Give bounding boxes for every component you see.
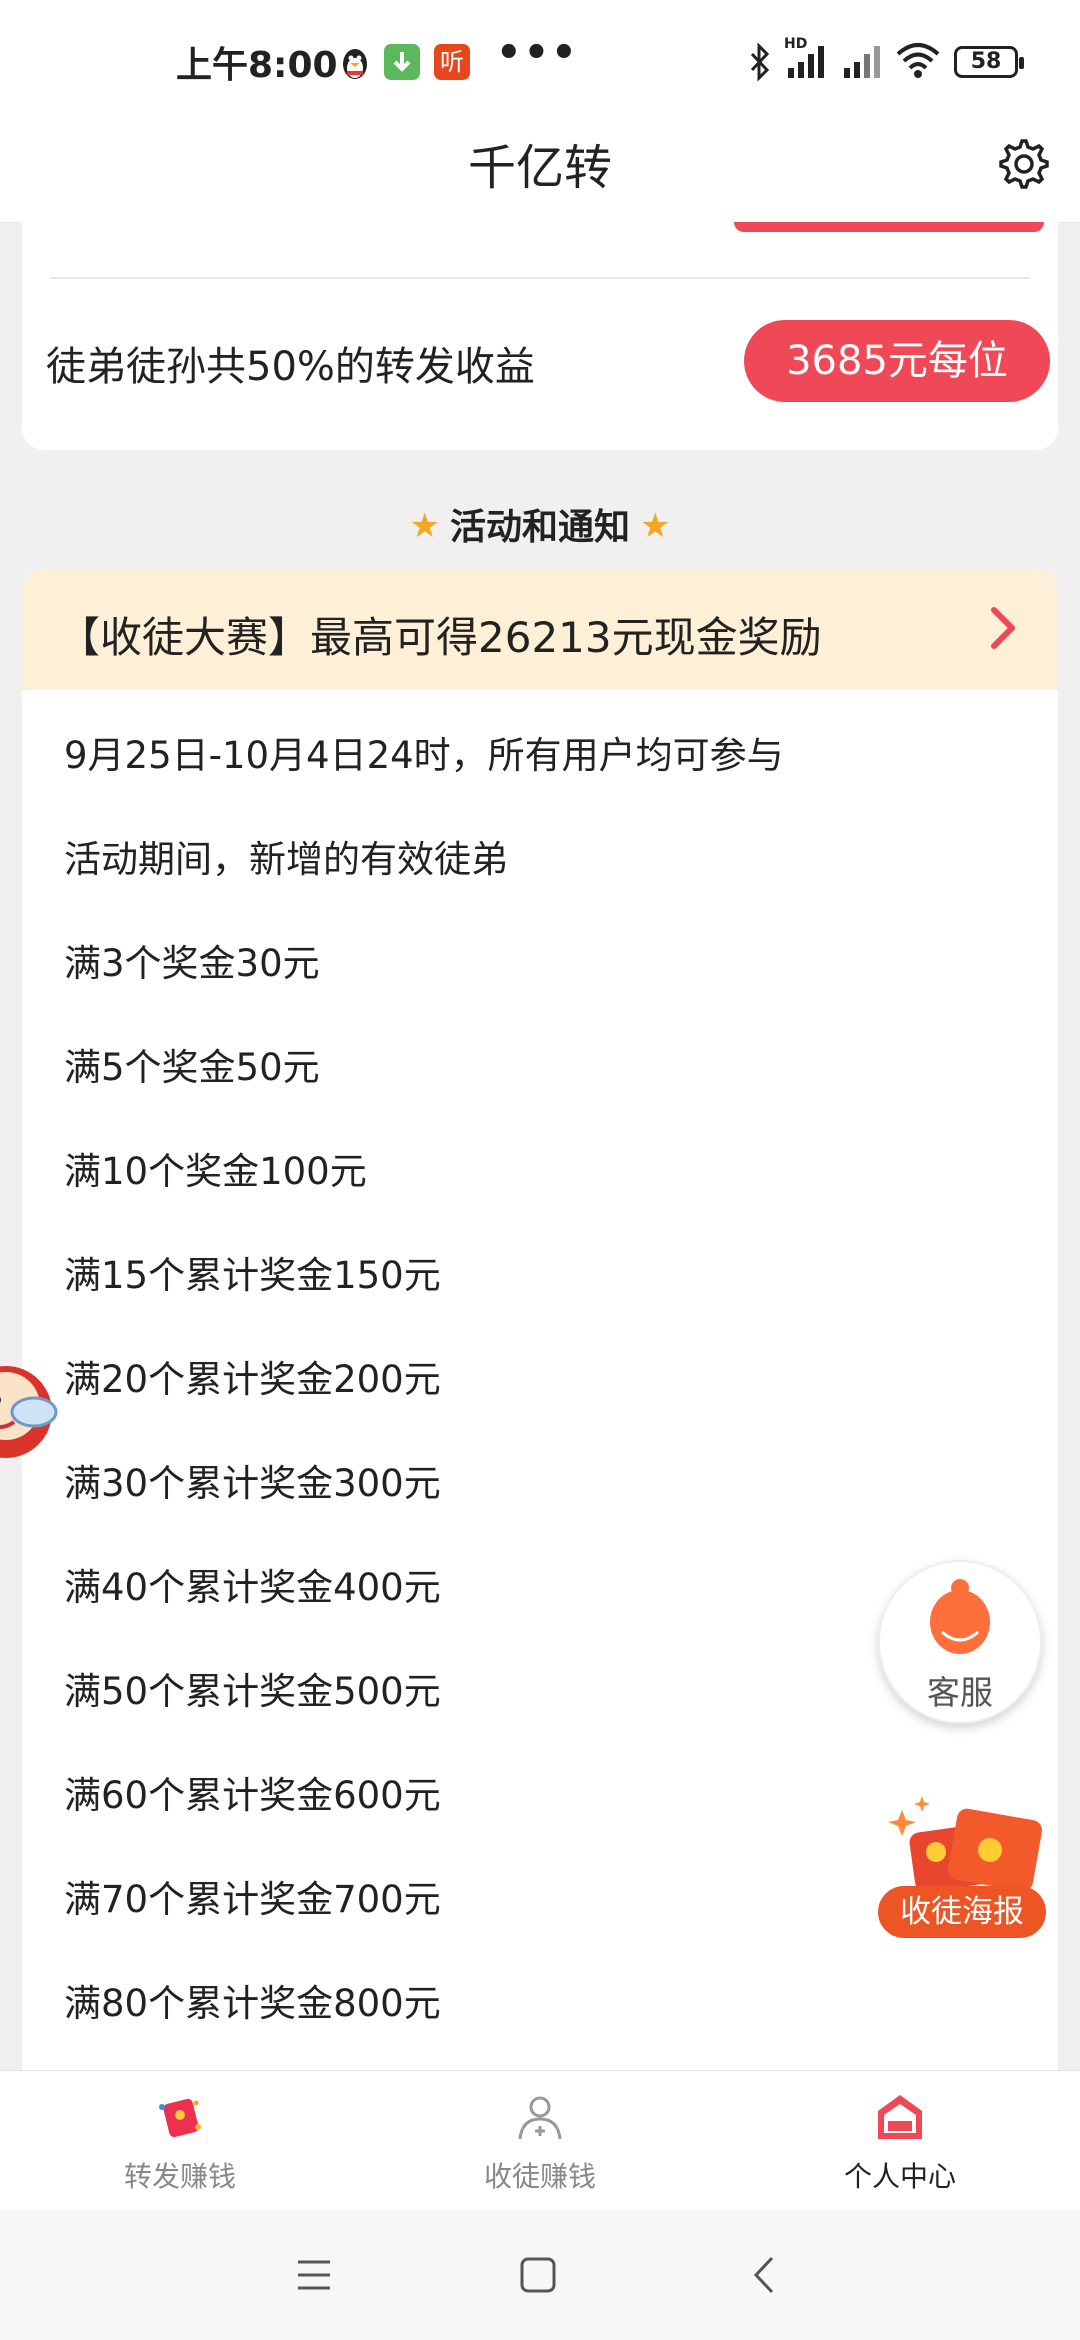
- earnings-amount-button[interactable]: 3685元每位: [744, 320, 1050, 402]
- qq-penguin-icon: [338, 44, 372, 82]
- chevron-right-icon: [984, 598, 1024, 658]
- recruit-poster-label: 收徒海报: [878, 1886, 1046, 1938]
- activity-details-list: 9月25日-10月4日24时，所有用户均可参与 活动期间，新增的有效徒弟 满3个…: [64, 704, 784, 2056]
- list-item: 满60个累计奖金600元: [64, 1774, 441, 1817]
- star-icon: ★: [640, 506, 671, 546]
- star-icon: ★: [409, 506, 440, 546]
- settings-button[interactable]: [992, 132, 1056, 196]
- tab-share-earn[interactable]: 转发赚钱: [30, 2071, 330, 2211]
- list-item: 满50个累计奖金500元: [64, 1670, 441, 1713]
- recruit-poster-button[interactable]: 收徒海报: [872, 1790, 1052, 1940]
- activity-title: 【收徒大赛】最高可得26213元现金奖励: [58, 613, 822, 662]
- headset-agent-icon: [924, 1578, 996, 1666]
- tab-label: 转发赚钱: [123, 2160, 236, 2193]
- floating-mascot-button[interactable]: [0, 1340, 68, 1470]
- list-item: 活动期间，新增的有效徒弟: [64, 838, 508, 881]
- menu-icon[interactable]: [284, 2250, 344, 2300]
- earnings-label: 徒弟徒孙共50%的转发收益: [46, 344, 535, 390]
- bluetooth-icon: [748, 42, 772, 86]
- signal-strength-icon: HD: [784, 36, 830, 84]
- customer-service-button[interactable]: 客服: [878, 1560, 1042, 1724]
- signal-strength-2-icon: [840, 40, 886, 84]
- download-app-icon: [384, 44, 420, 80]
- tab-personal-center[interactable]: 个人中心: [750, 2071, 1050, 2211]
- ting-app-icon: 听: [434, 44, 470, 80]
- more-notifications-icon: •••: [496, 30, 579, 76]
- list-item: 满15个累计奖金150元: [64, 1254, 441, 1297]
- list-item: 满5个奖金50元: [64, 1046, 320, 1089]
- page-title: 千亿转: [467, 140, 612, 196]
- gear-icon: [992, 139, 1056, 200]
- tab-recruit-earn[interactable]: 收徒赚钱: [390, 2071, 690, 2211]
- status-time: 上午8:00: [176, 45, 338, 86]
- red-envelope-icon: [154, 2091, 206, 2143]
- bottom-tab-bar: 转发赚钱 收徒赚钱 个人中心: [0, 2070, 1080, 2211]
- list-item: 满80个累计奖金800元: [64, 1982, 441, 2025]
- home-button-icon[interactable]: [508, 2250, 568, 2300]
- divider: [50, 277, 1030, 279]
- home-icon: [874, 2091, 926, 2143]
- hd-label: HD: [784, 36, 808, 52]
- back-icon[interactable]: [736, 2250, 796, 2300]
- app-header: 千亿转: [0, 110, 1080, 223]
- list-item: 满30个累计奖金300元: [64, 1462, 441, 1505]
- earnings-card: 徒弟徒孙共50%的转发收益 3685元每位: [22, 222, 1058, 450]
- customer-service-label: 客服: [927, 1673, 993, 1712]
- ting-app-label: 听: [440, 48, 464, 76]
- activity-banner[interactable]: 【收徒大赛】最高可得26213元现金奖励: [22, 570, 1058, 690]
- system-navigation-bar: [0, 2210, 1080, 2340]
- tab-label: 个人中心: [843, 2160, 956, 2193]
- status-bar: 上午8:00 听 ••• HD 58: [0, 0, 1080, 110]
- tab-label: 收徒赚钱: [483, 2160, 596, 2193]
- add-person-icon: [514, 2091, 566, 2143]
- previous-amount-pill: [734, 222, 1044, 232]
- list-item: 满70个累计奖金700元: [64, 1878, 441, 1921]
- wifi-icon: [894, 40, 942, 84]
- list-item: 9月25日-10月4日24时，所有用户均可参与: [64, 734, 784, 777]
- list-item: 满40个累计奖金400元: [64, 1566, 441, 1609]
- section-title-label: 活动和通知: [449, 507, 630, 548]
- list-item: 满3个奖金30元: [64, 942, 320, 985]
- list-item: 满10个奖金100元: [64, 1150, 367, 1193]
- section-title: ★ 活动和通知 ★: [0, 498, 1080, 550]
- battery-icon: 58: [954, 46, 1024, 78]
- list-item: 满20个累计奖金200元: [64, 1358, 441, 1401]
